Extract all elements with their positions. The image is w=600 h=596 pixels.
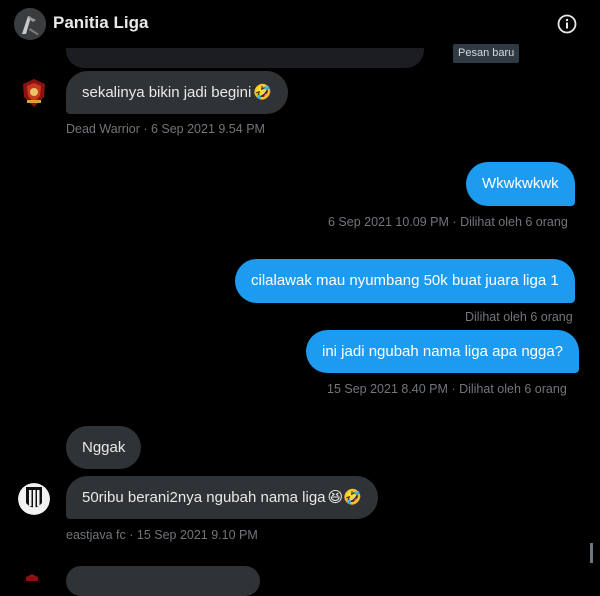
message-text: ini jadi ngubah nama liga apa ngga?	[322, 342, 564, 360]
message-text: Wkwkwkwk	[482, 175, 559, 192]
message-bubble-outgoing[interactable]: Wkwkwkwk	[466, 162, 575, 206]
juventus-crest-icon	[18, 483, 50, 515]
message-text: sekalinya bikin jadi begini	[82, 83, 252, 101]
dead-warrior-avatar[interactable]	[18, 77, 50, 109]
laughing-emoji: 😆🤣	[327, 488, 362, 506]
new-message-tooltip: Pesan baru	[453, 44, 520, 63]
message-timestamp: 15 Sep 2021 8.40 PM	[327, 382, 448, 396]
seen-by-status: Dilihat oleh 6 orang	[459, 382, 567, 396]
crest-icon	[26, 574, 38, 581]
message-bubble-incoming[interactable]: sekalinya bikin jadi begini 🤣	[66, 71, 288, 114]
message-bubble-outgoing[interactable]: cilalawak mau nyumbang 50k buat juara li…	[235, 259, 575, 303]
message-bubble-outgoing[interactable]: ini jadi ngubah nama liga apa ngga?	[306, 330, 580, 373]
rofl-emoji: 🤣	[253, 83, 272, 101]
group-avatar-image	[14, 8, 46, 40]
message-text: 50ribu berani2nya ngubah nama liga	[82, 488, 326, 506]
message-text: cilalawak mau nyumbang 50k buat juara li…	[251, 272, 559, 289]
dead-warrior-crest-icon	[18, 77, 50, 109]
message-timestamp: 6 Sep 2021 10.09 PM	[328, 215, 449, 229]
message-meta: 6 Sep 2021 10.09 PM · Dilihat oleh 6 ora…	[328, 215, 568, 229]
message-bubble-incoming[interactable]: 50ribu berani2nya ngubah nama liga 😆🤣	[66, 476, 378, 519]
next-message-bubble[interactable]	[66, 566, 260, 596]
scrollbar[interactable]	[590, 543, 593, 563]
seen-by-status: Dilihat oleh 6 orang	[460, 215, 568, 229]
conversation-info-button[interactable]	[556, 13, 578, 35]
group-avatar[interactable]	[14, 8, 46, 40]
conversation-header: Panitia Liga	[0, 0, 600, 48]
info-circle-icon	[557, 14, 577, 34]
eastjava-fc-avatar[interactable]	[18, 483, 50, 515]
message-meta: 15 Sep 2021 8.40 PM · Dilihat oleh 6 ora…	[327, 382, 567, 396]
next-sender-avatar	[22, 570, 42, 581]
message-text: Nggak	[82, 438, 126, 456]
conversation-title[interactable]: Panitia Liga	[53, 13, 148, 33]
message-meta: eastjava fc · 15 Sep 2021 9.10 PM	[66, 528, 258, 542]
message-bubble-incoming[interactable]: Nggak	[66, 426, 142, 469]
seen-by-status: Dilihat oleh 6 orang	[465, 310, 573, 324]
message-meta: Dead Warrior · 6 Sep 2021 9.54 PM	[66, 122, 265, 136]
